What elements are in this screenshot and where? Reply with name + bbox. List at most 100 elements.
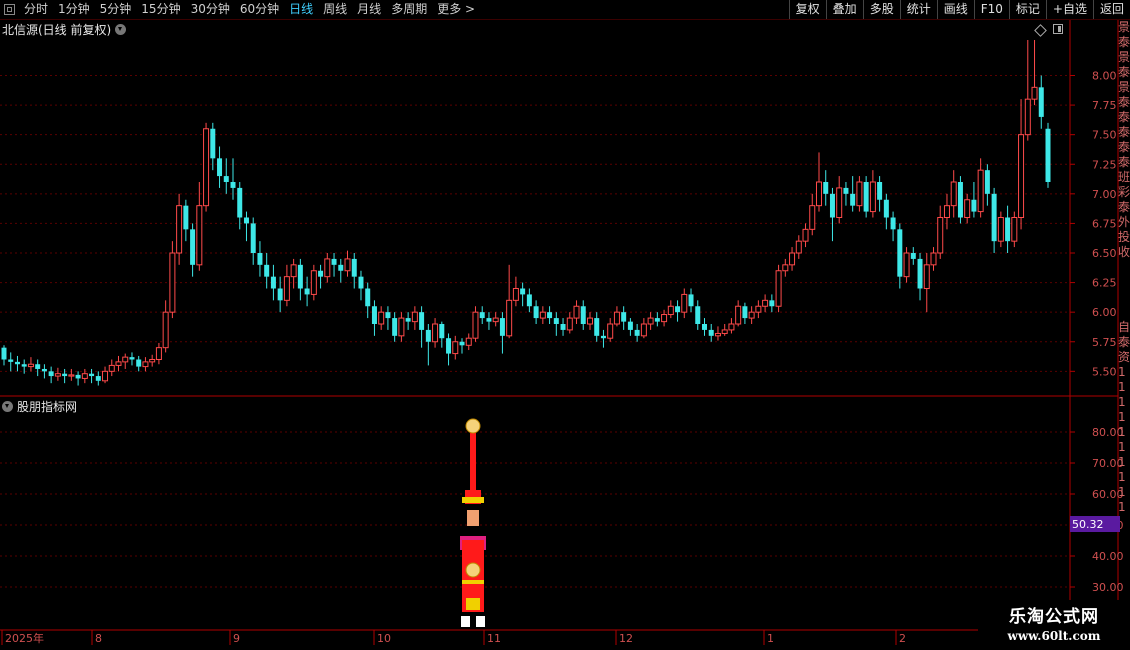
candle[interactable] [223, 158, 229, 194]
candle[interactable] [122, 353, 129, 369]
candle[interactable] [809, 193, 816, 236]
candle[interactable] [48, 366, 54, 384]
candle[interactable] [358, 270, 364, 301]
candle[interactable] [553, 312, 559, 336]
candle[interactable] [210, 122, 216, 171]
candle[interactable] [917, 253, 923, 301]
candle[interactable] [560, 318, 566, 336]
candle[interactable] [108, 359, 115, 377]
candle[interactable] [75, 371, 81, 386]
candle[interactable] [439, 321, 445, 348]
candle[interactable] [654, 312, 660, 327]
candle[interactable] [405, 312, 411, 330]
candle[interactable] [843, 182, 849, 206]
candle[interactable] [877, 176, 883, 212]
candle[interactable] [594, 312, 600, 342]
candle[interactable] [688, 288, 694, 313]
candle[interactable] [850, 176, 856, 212]
candle[interactable] [823, 170, 829, 206]
candle[interactable] [68, 368, 75, 381]
candle[interactable] [237, 182, 243, 230]
candle[interactable] [499, 312, 505, 354]
candle[interactable] [472, 306, 479, 342]
candle[interactable] [290, 258, 297, 289]
candle[interactable] [613, 306, 620, 327]
candle[interactable] [129, 352, 135, 366]
candle[interactable] [419, 306, 425, 348]
candle[interactable] [196, 182, 203, 271]
dropdown-circle-icon[interactable] [2, 400, 13, 412]
candle[interactable] [283, 264, 290, 307]
candle[interactable] [1005, 205, 1011, 253]
candle[interactable] [243, 211, 249, 242]
candle[interactable] [762, 294, 769, 313]
candle[interactable] [1031, 40, 1038, 106]
candle[interactable] [318, 264, 324, 289]
candle[interactable] [95, 371, 101, 386]
candle[interactable] [607, 318, 614, 342]
candle[interactable] [183, 199, 189, 242]
candle[interactable] [310, 264, 317, 301]
candle[interactable] [142, 357, 149, 372]
candle[interactable] [270, 264, 276, 301]
candle[interactable] [775, 264, 782, 313]
candle[interactable] [479, 306, 485, 324]
candle[interactable] [708, 324, 714, 342]
candle[interactable] [297, 258, 303, 301]
candle[interactable] [957, 176, 963, 224]
candle[interactable] [432, 318, 439, 348]
candle[interactable] [580, 300, 586, 330]
diamond-icon[interactable] [1034, 24, 1047, 37]
candle[interactable] [385, 306, 391, 330]
candle[interactable] [520, 282, 526, 307]
candle[interactable] [863, 176, 869, 218]
candle[interactable] [250, 217, 256, 265]
candle[interactable] [8, 352, 14, 372]
candle[interactable] [533, 300, 539, 324]
candle[interactable] [815, 152, 822, 212]
candle[interactable] [425, 324, 431, 366]
panel-toggle-icon[interactable] [1053, 24, 1063, 34]
candle[interactable] [897, 223, 903, 289]
candle[interactable] [634, 324, 640, 342]
candle[interactable] [324, 253, 331, 283]
candle[interactable] [923, 253, 930, 313]
candle[interactable] [486, 312, 492, 330]
candle[interactable] [728, 318, 735, 334]
candle[interactable] [378, 306, 385, 330]
candle[interactable] [539, 306, 546, 324]
candle[interactable] [365, 282, 371, 319]
candle[interactable] [681, 288, 688, 319]
candle[interactable] [264, 253, 270, 289]
candle[interactable] [338, 258, 344, 283]
candle[interactable] [526, 288, 532, 313]
candle[interactable] [964, 193, 971, 224]
kline-chart[interactable]: 8.00 7.75 7.50 7.25 7.00 6.75 6.50 6.25 6.00 5.75… [0, 0, 1130, 650]
dropdown-circle-icon[interactable] [115, 23, 127, 35]
candle[interactable] [459, 338, 465, 354]
candle[interactable] [721, 324, 728, 336]
candle[interactable] [1, 345, 7, 366]
candle[interactable] [640, 318, 647, 339]
candle[interactable] [903, 247, 910, 283]
candle[interactable] [714, 326, 721, 341]
candle[interactable] [910, 247, 916, 265]
candle[interactable] [136, 355, 142, 372]
candle[interactable] [890, 211, 896, 242]
candle[interactable] [1038, 75, 1044, 129]
candle[interactable] [492, 312, 499, 327]
candle[interactable] [742, 302, 748, 324]
candle[interactable] [331, 253, 337, 277]
candle[interactable] [411, 306, 418, 330]
candle[interactable] [547, 306, 553, 324]
candle[interactable] [351, 253, 357, 289]
candle[interactable] [748, 306, 755, 324]
candle[interactable] [984, 164, 990, 206]
candle[interactable] [735, 300, 742, 327]
candle[interactable] [512, 276, 519, 307]
candle[interactable] [102, 366, 109, 384]
candle[interactable] [149, 354, 156, 367]
candle[interactable] [869, 170, 876, 218]
candle[interactable] [257, 241, 263, 277]
candle[interactable] [789, 247, 796, 271]
